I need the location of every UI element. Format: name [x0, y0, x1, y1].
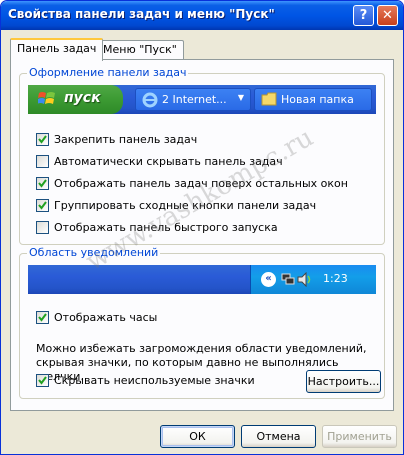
- close-icon: ✕: [382, 8, 393, 23]
- taskbar-preview: пуск 2 Internet... ▼ Новая папка: [28, 85, 376, 114]
- network-icon: [281, 273, 295, 285]
- start-button-preview: пуск: [28, 85, 123, 114]
- configure-button[interactable]: Настроить...: [306, 370, 381, 393]
- title-bar[interactable]: Свойства панели задач и меню "Пуск" ? ✕: [1, 1, 403, 30]
- volume-icon: [297, 272, 311, 287]
- notification-area-group: Область уведомлений « 1:23 Отображать ча…: [19, 246, 385, 399]
- internet-explorer-icon: [142, 92, 158, 108]
- notification-area-preview: « 1:23: [28, 265, 376, 294]
- checkmark-icon: [38, 135, 47, 144]
- auto-hide-label: Автоматически скрывать панель задач: [54, 155, 283, 168]
- checkmark-icon: [38, 201, 47, 210]
- show-hidden-icons-chevron-icon: «: [261, 272, 276, 287]
- dropdown-arrow-icon: ▼: [237, 93, 244, 102]
- group-buttons-checkbox[interactable]: [36, 199, 49, 212]
- cancel-button[interactable]: Отмена: [241, 425, 316, 448]
- taskbar-appearance-legend: Оформление панели задач: [27, 66, 189, 79]
- checkmark-icon: [38, 179, 47, 188]
- tab-taskbar[interactable]: Панель задач: [10, 38, 104, 61]
- start-label: пуск: [64, 90, 101, 106]
- checkmark-icon: [38, 313, 47, 322]
- folder-button-label: Новая папка: [281, 93, 354, 106]
- lock-taskbar-label: Закрепить панель задач: [54, 133, 198, 146]
- system-tray: « 1:23: [250, 265, 376, 294]
- apply-button[interactable]: Применить: [322, 425, 397, 448]
- tab-start-menu[interactable]: Меню "Пуск": [96, 40, 184, 59]
- taskbar-folder-button: Новая папка: [254, 88, 372, 111]
- show-clock-checkbox[interactable]: [36, 311, 49, 324]
- quick-launch-checkbox[interactable]: [36, 221, 49, 234]
- folder-icon: [261, 92, 277, 106]
- keep-on-top-label: Отображать панель задач поверх остальных…: [54, 177, 348, 190]
- group-buttons-label: Группировать сходные кнопки панели задач: [54, 199, 317, 212]
- ie-button-label: 2 Internet...: [162, 93, 227, 106]
- hide-inactive-icons-checkbox[interactable]: [36, 374, 49, 387]
- checkmark-icon: [38, 376, 47, 385]
- auto-hide-checkbox[interactable]: [36, 155, 49, 168]
- lock-taskbar-checkbox[interactable]: [36, 133, 49, 146]
- clock-time: 1:23: [323, 272, 348, 285]
- keep-on-top-checkbox[interactable]: [36, 177, 49, 190]
- help-button[interactable]: ?: [353, 5, 374, 26]
- quick-launch-label: Отображать панель быстрого запуска: [54, 221, 278, 234]
- windows-logo-icon: [38, 92, 55, 104]
- hide-inactive-icons-label: Скрывать неиспользуемые значки: [54, 374, 255, 387]
- notification-area-legend: Область уведомлений: [27, 246, 161, 259]
- dialog-window: Свойства панели задач и меню "Пуск" ? ✕ …: [0, 0, 404, 455]
- show-clock-label: Отображать часы: [54, 311, 158, 324]
- taskbar-ie-group-button: 2 Internet... ▼: [135, 88, 251, 111]
- help-icon: ?: [359, 8, 368, 23]
- close-button[interactable]: ✕: [377, 5, 398, 26]
- ok-button[interactable]: ОК: [160, 425, 235, 448]
- taskbar-appearance-group: Оформление панели задач пуск 2 Internet.…: [19, 66, 385, 245]
- tab-panel: Оформление панели задач пуск 2 Internet.…: [10, 59, 394, 411]
- window-title: Свойства панели задач и меню "Пуск": [8, 7, 275, 21]
